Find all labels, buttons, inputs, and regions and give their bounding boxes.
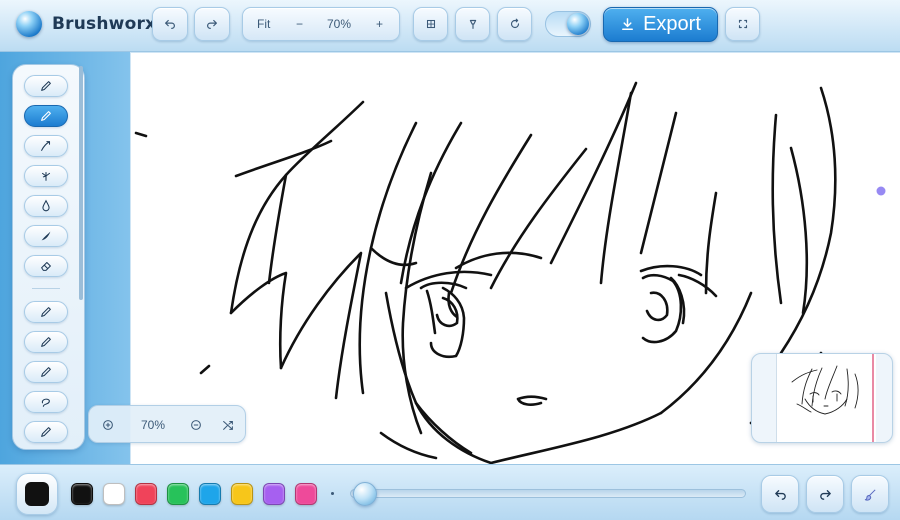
current-color-button[interactable] <box>16 473 58 515</box>
tool-pencil-3[interactable] <box>24 331 68 353</box>
undo-button[interactable] <box>152 7 188 41</box>
tool-separator <box>32 288 60 289</box>
tool-pencil-2[interactable] <box>24 301 68 323</box>
ink-pen-icon <box>41 231 51 241</box>
tool-brush[interactable] <box>24 135 68 157</box>
undo-icon <box>774 489 786 500</box>
app-logo-icon <box>16 11 42 37</box>
tool-pen[interactable] <box>24 105 68 127</box>
export-label: Export <box>643 13 701 35</box>
bottom-redo-button[interactable] <box>806 475 844 513</box>
fullscreen-button[interactable] <box>725 7 760 41</box>
navigator-sketch <box>791 365 859 415</box>
tool-pencil[interactable] <box>24 75 68 97</box>
zoom-in-button[interactable]: + <box>376 17 383 31</box>
color-swatch[interactable] <box>231 483 253 505</box>
brush-size-slider[interactable] <box>350 489 746 498</box>
tool-panel-scrollbar[interactable] <box>79 66 83 300</box>
color-swatch[interactable] <box>167 483 189 505</box>
zoom-out-button[interactable]: − <box>296 17 303 31</box>
color-swatch[interactable] <box>263 483 285 505</box>
drop-icon <box>42 199 50 212</box>
pencil-icon <box>41 81 51 91</box>
paintbrush-icon <box>864 488 876 501</box>
tool-pencil-5[interactable] <box>24 421 68 443</box>
toggle-knob <box>567 13 589 35</box>
app-title: Brushworx <box>52 14 157 34</box>
current-color-chip <box>25 482 49 506</box>
color-swatch[interactable] <box>199 483 221 505</box>
rotate-icon <box>510 18 519 29</box>
redo-button[interactable] <box>194 7 230 41</box>
download-icon <box>622 18 634 30</box>
navigator-viewport-edge <box>872 354 874 442</box>
color-swatch[interactable] <box>295 483 317 505</box>
pen-icon <box>41 111 51 121</box>
color-swatch[interactable] <box>103 483 125 505</box>
airbrush-icon <box>41 171 51 181</box>
zoom-value: 70% <box>327 17 352 31</box>
color-swatch[interactable] <box>135 483 157 505</box>
pencil-icon <box>41 367 51 377</box>
zoom-overlay-value: 70% <box>141 418 166 432</box>
fullscreen-icon <box>738 19 747 29</box>
eraser-icon <box>41 261 51 271</box>
tool-ink[interactable] <box>24 225 68 247</box>
zoom-in-icon[interactable] <box>101 418 115 432</box>
grid-icon <box>426 19 435 29</box>
pin-icon <box>469 19 476 29</box>
tool-airbrush[interactable] <box>24 165 68 187</box>
theme-toggle[interactable] <box>545 11 591 37</box>
zoom-fit-button[interactable]: Fit <box>257 17 270 31</box>
shuffle-icon[interactable] <box>221 418 235 432</box>
canvas-navigator[interactable] <box>751 353 893 443</box>
redo-icon <box>207 19 217 29</box>
pencil-icon <box>41 307 51 317</box>
tool-lasso[interactable] <box>24 391 68 413</box>
tool-eraser[interactable] <box>24 255 68 277</box>
grid-button[interactable] <box>413 7 448 41</box>
zoom-controls: Fit − 70% + <box>242 7 400 41</box>
export-button[interactable]: Export <box>603 7 718 42</box>
zoom-out-icon[interactable] <box>189 418 203 432</box>
pencil-icon <box>41 427 51 437</box>
lasso-icon <box>41 398 50 407</box>
tool-drop[interactable] <box>24 195 68 217</box>
brush-icon <box>41 141 51 151</box>
tool-pencil-4[interactable] <box>24 361 68 383</box>
undo-icon <box>165 19 175 29</box>
redo-icon <box>819 489 831 500</box>
color-swatch[interactable] <box>71 483 93 505</box>
bottom-undo-button[interactable] <box>761 475 799 513</box>
pin-button[interactable] <box>455 7 490 41</box>
navigator-thumbnail <box>776 354 876 442</box>
pencil-icon <box>41 337 51 347</box>
zoom-overlay: 70% <box>88 405 246 443</box>
rotate-reset-button[interactable] <box>497 7 532 41</box>
brush-settings-button[interactable] <box>851 475 889 513</box>
brush-size-min-icon <box>331 492 334 495</box>
